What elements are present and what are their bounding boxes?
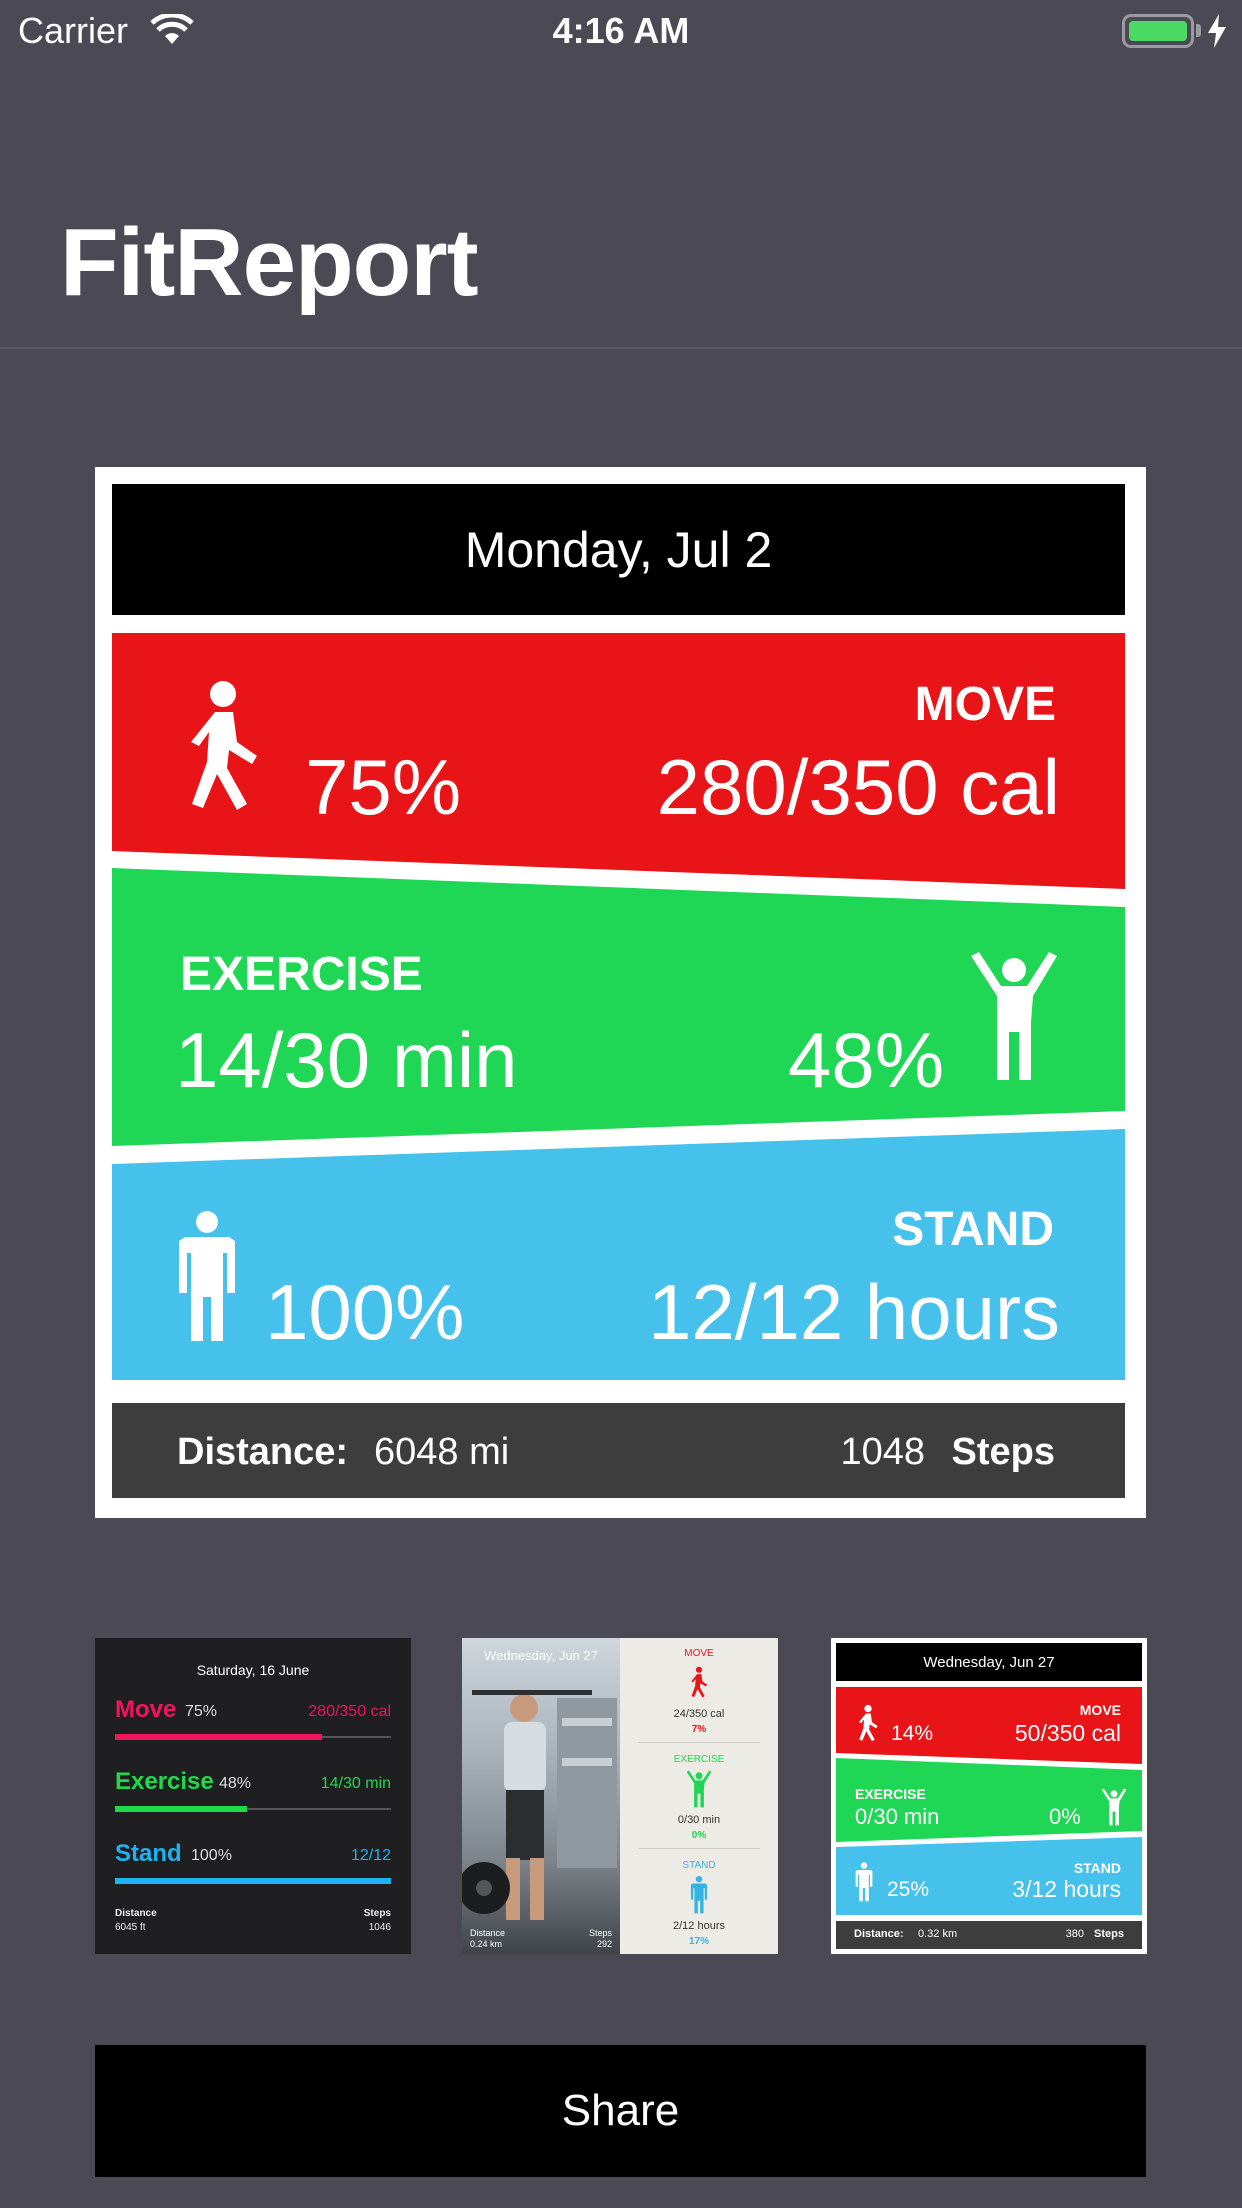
thumb-distance-steps-bar: Distance: 0.32 km 380 Steps bbox=[836, 1921, 1142, 1949]
thumb-stand-value: 3/12 hours bbox=[1012, 1876, 1121, 1902]
thumb-move-bar bbox=[115, 1734, 322, 1740]
header-divider bbox=[0, 347, 1242, 349]
steps-value: 1048 bbox=[840, 1431, 925, 1473]
thumb-steps-value: 292 bbox=[596, 1939, 612, 1949]
thumb-steps-label: Steps bbox=[1094, 1928, 1124, 1940]
thumb-divider bbox=[638, 1742, 760, 1743]
status-bar: Carrier 4:16 AM bbox=[0, 0, 1242, 62]
thumb-exercise-name: Exercise bbox=[115, 1768, 214, 1795]
thumb-stand-name: Stand bbox=[115, 1840, 182, 1867]
move-percent: 75% bbox=[305, 743, 462, 831]
charging-bolt-icon bbox=[1208, 14, 1226, 48]
thumb-exercise-percent: 0% bbox=[691, 1830, 707, 1841]
share-button[interactable]: Share bbox=[95, 2045, 1146, 2177]
thumb-date: Wednesday, Jun 27 bbox=[836, 1643, 1142, 1681]
thumb-move-percent: 14% bbox=[891, 1722, 934, 1745]
thumb-distance-label: Distance bbox=[115, 1908, 157, 1919]
exercise-label: EXERCISE bbox=[180, 948, 423, 1001]
gym-photo: Wednesday, Jun 27 Distance 0.24 km Steps… bbox=[462, 1638, 620, 1954]
walking-figure-icon bbox=[191, 681, 257, 810]
standing-figure-icon bbox=[855, 1862, 873, 1902]
thumb-steps-value: 380 bbox=[1065, 1928, 1084, 1940]
thumb-date: Saturday, 16 June bbox=[196, 1662, 310, 1678]
walking-figure-icon bbox=[858, 1704, 878, 1742]
stand-value: 12/12 hours bbox=[648, 1268, 1060, 1356]
thumb-stand-value: 2/12 hours bbox=[673, 1920, 725, 1932]
page-title: FitReport bbox=[60, 209, 479, 316]
stand-percent: 100% bbox=[265, 1268, 465, 1356]
thumb-exercise-percent: 0% bbox=[1049, 1804, 1081, 1829]
battery-tip bbox=[1196, 24, 1201, 37]
walking-figure-icon bbox=[691, 1666, 708, 1698]
thumb-exercise-label: EXERCISE bbox=[855, 1786, 926, 1802]
standing-figure-icon bbox=[690, 1876, 708, 1914]
report-card[interactable]: Monday, Jul 2 75% MOVE 280/350 cal EXERC… bbox=[95, 467, 1146, 1518]
move-value: 280/350 cal bbox=[656, 743, 1060, 831]
steps-label: Steps bbox=[951, 1431, 1055, 1473]
thumb-steps-label: Steps bbox=[588, 1928, 612, 1938]
thumb-stand-percent: 17% bbox=[688, 1936, 709, 1947]
thumb-move-name: Move bbox=[115, 1696, 177, 1723]
thumb-stand-label: STAND bbox=[1073, 1860, 1121, 1876]
arms-up-figure-icon bbox=[686, 1770, 712, 1808]
thumb-divider bbox=[638, 1848, 760, 1849]
thumb-stand-name: STAND bbox=[682, 1860, 716, 1871]
stand-label: STAND bbox=[892, 1203, 1054, 1256]
clock: 4:16 AM bbox=[552, 10, 690, 51]
thumb-exercise-value: 0/30 min bbox=[855, 1804, 940, 1829]
thumb-move-value: 50/350 cal bbox=[1014, 1720, 1121, 1746]
thumb-distance-value: 0.32 km bbox=[918, 1928, 958, 1940]
template-thumbnail-bands[interactable]: Wednesday, Jun 27 14% MOVE 50/350 cal EX… bbox=[831, 1638, 1147, 1954]
thumb-steps-value: 1046 bbox=[368, 1922, 391, 1933]
report-date: Monday, Jul 2 bbox=[112, 484, 1125, 615]
arms-up-figure-icon bbox=[1101, 1788, 1127, 1826]
thumb-move-value: 24/350 cal bbox=[673, 1708, 725, 1720]
thumb-date: Wednesday, Jun 27 bbox=[484, 1648, 598, 1663]
thumb-stand-bar bbox=[115, 1878, 391, 1884]
thumb-stand-percent: 100% bbox=[191, 1847, 232, 1864]
thumb-move-percent: 75% bbox=[185, 1703, 218, 1720]
thumb-move-percent: 7% bbox=[691, 1724, 707, 1735]
thumb-exercise-bar bbox=[115, 1806, 247, 1812]
thumb-move-value: 280/350 cal bbox=[308, 1703, 391, 1720]
distance-value: 6048 mi bbox=[374, 1431, 510, 1473]
arms-up-figure-icon bbox=[971, 952, 1057, 1080]
thumb-exercise-name: EXERCISE bbox=[673, 1754, 725, 1765]
thumb-distance-value: 6045 ft bbox=[115, 1922, 146, 1933]
exercise-value: 14/30 min bbox=[175, 1016, 518, 1104]
thumb-stand-value: 12/12 bbox=[350, 1847, 391, 1864]
exercise-percent: 48% bbox=[788, 1016, 945, 1104]
distance-steps-bar: Distance: 6048 mi 1048 Steps bbox=[112, 1403, 1125, 1498]
thumb-steps-label: Steps bbox=[363, 1908, 391, 1919]
thumb-exercise-value: 14/30 min bbox=[320, 1775, 391, 1792]
template-thumbnail-photo[interactable]: Wednesday, Jun 27 Distance 0.24 km Steps… bbox=[462, 1638, 778, 1954]
thumb-distance-label: Distance bbox=[470, 1928, 506, 1938]
distance-label: Distance: bbox=[177, 1431, 349, 1473]
standing-figure-icon bbox=[179, 1211, 235, 1341]
gym-photo-image bbox=[462, 1690, 617, 1920]
thumb-move-name: MOVE bbox=[684, 1648, 714, 1659]
battery-icon bbox=[1122, 14, 1194, 48]
thumb-distance-label: Distance: bbox=[854, 1928, 904, 1940]
thumb-stand-percent: 25% bbox=[887, 1878, 930, 1901]
thumb-move-label: MOVE bbox=[1079, 1702, 1121, 1718]
thumb-exercise-value: 0/30 min bbox=[677, 1814, 721, 1826]
thumb-exercise-percent: 48% bbox=[219, 1775, 252, 1792]
thumb-distance-value: 0.24 km bbox=[470, 1939, 503, 1949]
template-thumbnail-dark[interactable]: Saturday, 16 June Move 75% 280/350 cal E… bbox=[95, 1638, 411, 1954]
move-label: MOVE bbox=[914, 678, 1056, 731]
